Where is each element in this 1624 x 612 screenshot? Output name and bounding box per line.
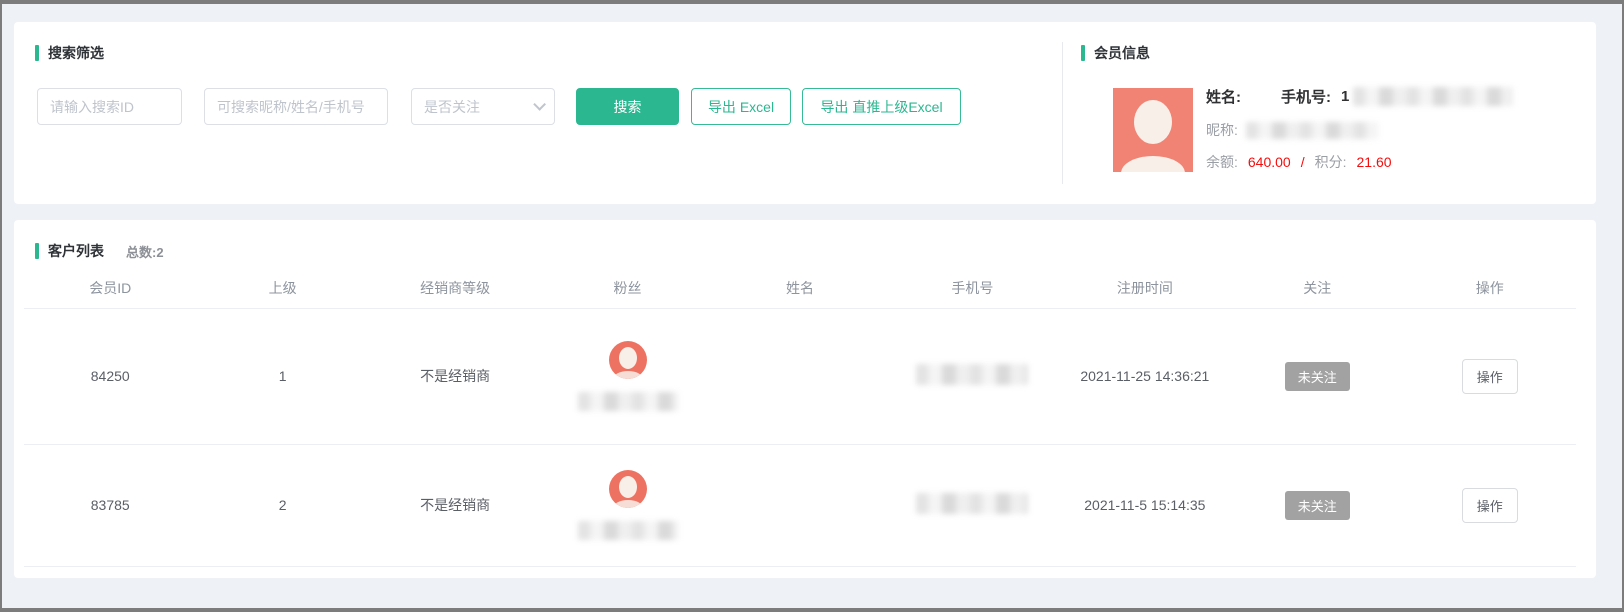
person-icon-body xyxy=(613,371,643,379)
cell-action: 操作 xyxy=(1404,444,1577,566)
fan-avatar xyxy=(609,470,647,508)
search-button[interactable]: 搜索 xyxy=(576,88,679,125)
section-accent-bar xyxy=(1081,45,1085,61)
header-register-time: 注册时间 xyxy=(1059,268,1231,308)
member-phone-prefix: 1 xyxy=(1341,88,1349,105)
redacted-phone-value xyxy=(916,493,1028,514)
section-accent-bar xyxy=(35,243,39,259)
table-header-row: 会员ID 上级 经销商等级 粉丝 姓名 手机号 注册时间 关注 操作 xyxy=(24,268,1576,308)
follow-status-badge: 未关注 xyxy=(1285,362,1350,391)
follow-filter-placeholder: 是否关注 xyxy=(424,97,480,117)
balance-label: 余额: xyxy=(1206,152,1238,172)
customer-table: 会员ID 上级 经销商等级 粉丝 姓名 手机号 注册时间 关注 操作 84250… xyxy=(24,268,1576,567)
redacted-phone-value xyxy=(916,364,1028,385)
customer-list-title: 客户列表 总数:2 xyxy=(35,242,164,260)
person-icon xyxy=(1134,100,1172,144)
search-keyword-input[interactable] xyxy=(204,88,388,125)
cell-phone xyxy=(886,444,1058,566)
member-info-title-label: 会员信息 xyxy=(1094,43,1150,63)
search-filter-title-label: 搜索筛选 xyxy=(48,43,104,63)
header-dealer-level: 经销商等级 xyxy=(369,268,541,308)
cell-fans xyxy=(541,444,713,566)
search-and-member-card: 搜索筛选 是否关注 搜索 导出 Excel 导出 直推上级Excel 会员信息 … xyxy=(14,22,1596,204)
member-nickname-label: 昵称: xyxy=(1206,120,1238,140)
follow-filter-select[interactable]: 是否关注 xyxy=(411,88,555,125)
row-action-button[interactable]: 操作 xyxy=(1462,359,1518,394)
redacted-phone-value xyxy=(1353,87,1513,106)
customer-list-title-label: 客户列表 xyxy=(48,241,104,261)
member-phone-label: 手机号: xyxy=(1281,86,1331,107)
redacted-fan-nickname xyxy=(578,392,678,411)
header-action: 操作 xyxy=(1404,268,1577,308)
person-icon xyxy=(619,347,637,369)
fan-avatar xyxy=(609,341,647,379)
chevron-down-icon xyxy=(533,98,546,111)
cell-fans xyxy=(541,308,713,444)
header-parent: 上级 xyxy=(196,268,368,308)
cell-register-time: 2021-11-5 15:14:35 xyxy=(1059,444,1231,566)
member-info-title: 会员信息 xyxy=(1081,44,1150,62)
row-action-button[interactable]: 操作 xyxy=(1462,488,1518,523)
follow-status-badge: 未关注 xyxy=(1285,491,1350,520)
customer-list-card: 客户列表 总数:2 会员ID 上级 经销商等级 粉丝 姓名 手机号 注册时间 关… xyxy=(14,220,1596,578)
cell-name xyxy=(714,444,886,566)
export-parent-excel-button[interactable]: 导出 直推上级Excel xyxy=(802,88,961,125)
cell-parent: 2 xyxy=(196,444,368,566)
cell-name xyxy=(714,308,886,444)
redacted-nickname-value xyxy=(1246,122,1378,139)
search-id-input[interactable] xyxy=(37,88,182,125)
header-fans: 粉丝 xyxy=(541,268,713,308)
member-avatar xyxy=(1113,88,1193,172)
member-name-phone-line: 姓名: 手机号: 1 xyxy=(1206,86,1513,107)
cell-action: 操作 xyxy=(1404,308,1577,444)
cell-dealer-level: 不是经销商 xyxy=(369,444,541,566)
section-accent-bar xyxy=(35,45,39,61)
header-follow: 关注 xyxy=(1231,268,1403,308)
table-row: 83785 2 不是经销商 xyxy=(24,444,1576,566)
redacted-fan-nickname xyxy=(578,521,678,540)
fan-info xyxy=(545,341,709,411)
member-nickname-line: 昵称: xyxy=(1206,120,1513,140)
member-name-label: 姓名: xyxy=(1206,86,1241,107)
export-excel-button[interactable]: 导出 Excel xyxy=(691,88,791,125)
member-info-lines: 姓名: 手机号: 1 昵称: 余额: 640.00 / 积分: 21.6 xyxy=(1206,86,1513,172)
person-icon xyxy=(619,476,637,498)
cell-member-id: 84250 xyxy=(24,308,196,444)
cell-parent: 1 xyxy=(196,308,368,444)
header-member-id: 会员ID xyxy=(24,268,196,308)
member-balance-line: 余额: 640.00 / 积分: 21.60 xyxy=(1206,152,1513,172)
vertical-divider xyxy=(1062,42,1063,184)
cell-member-id: 83785 xyxy=(24,444,196,566)
balance-value: 640.00 xyxy=(1248,154,1291,170)
cell-register-time: 2021-11-25 14:36:21 xyxy=(1059,308,1231,444)
customer-total-count: 总数:2 xyxy=(126,242,164,261)
cell-dealer-level: 不是经销商 xyxy=(369,308,541,444)
person-icon-body xyxy=(613,500,643,508)
points-value: 21.60 xyxy=(1357,154,1392,170)
header-phone: 手机号 xyxy=(886,268,1058,308)
separator-slash: / xyxy=(1301,154,1305,170)
header-name: 姓名 xyxy=(714,268,886,308)
cell-follow: 未关注 xyxy=(1231,444,1403,566)
cell-follow: 未关注 xyxy=(1231,308,1403,444)
fan-info xyxy=(545,470,709,540)
search-filter-title: 搜索筛选 xyxy=(35,44,104,62)
window-frame: 搜索筛选 是否关注 搜索 导出 Excel 导出 直推上级Excel 会员信息 … xyxy=(0,0,1624,612)
points-label: 积分: xyxy=(1315,152,1347,172)
table-row: 84250 1 不是经销商 xyxy=(24,308,1576,444)
cell-phone xyxy=(886,308,1058,444)
